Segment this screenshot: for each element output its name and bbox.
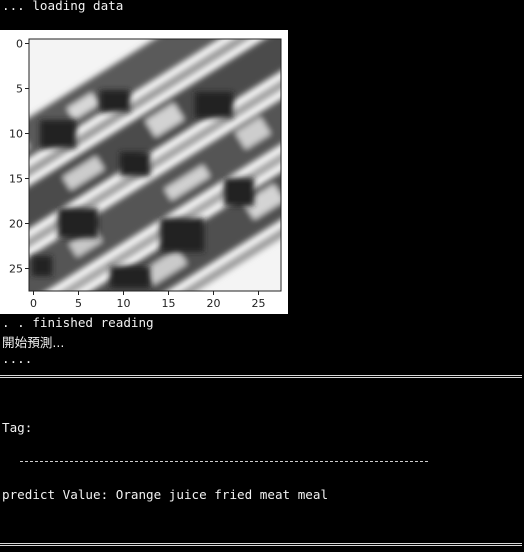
progress-dots: .... — [2, 351, 33, 366]
tag-label: Tag: — [2, 420, 33, 435]
start-predict-message: 開始預測... — [2, 335, 65, 350]
separator-bottom — [0, 543, 522, 546]
separator-top — [0, 375, 522, 378]
x-tick-label: 0 — [30, 297, 37, 310]
grayscale-image — [29, 39, 281, 291]
image-plot: 0 5 10 15 20 25 0 5 10 15 20 25 — [9, 38, 282, 310]
x-tick-label: 25 — [252, 297, 266, 310]
predict-value: predict Value: Orange juice fried meat m… — [2, 487, 329, 502]
y-tick-label: 5 — [16, 83, 23, 96]
y-tick-label: 25 — [9, 263, 23, 276]
finished-message: . . finished reading — [2, 315, 154, 330]
x-tick-label: 15 — [162, 297, 176, 310]
y-tick-label: 20 — [9, 218, 23, 231]
x-tick-label: 10 — [117, 297, 131, 310]
y-tick-label: 10 — [9, 128, 23, 141]
loading-message: ... loading data — [2, 0, 124, 13]
x-axis-ticks: 0 5 10 15 20 25 — [30, 291, 266, 310]
x-tick-label: 5 — [75, 297, 82, 310]
dashed-divider — [20, 461, 428, 462]
y-tick-label: 0 — [16, 38, 23, 51]
image-preview-figure: 0 5 10 15 20 25 0 5 10 15 20 25 — [0, 30, 288, 314]
x-tick-label: 20 — [207, 297, 221, 310]
y-axis-ticks: 0 5 10 15 20 25 — [9, 38, 29, 276]
y-tick-label: 15 — [9, 173, 23, 186]
